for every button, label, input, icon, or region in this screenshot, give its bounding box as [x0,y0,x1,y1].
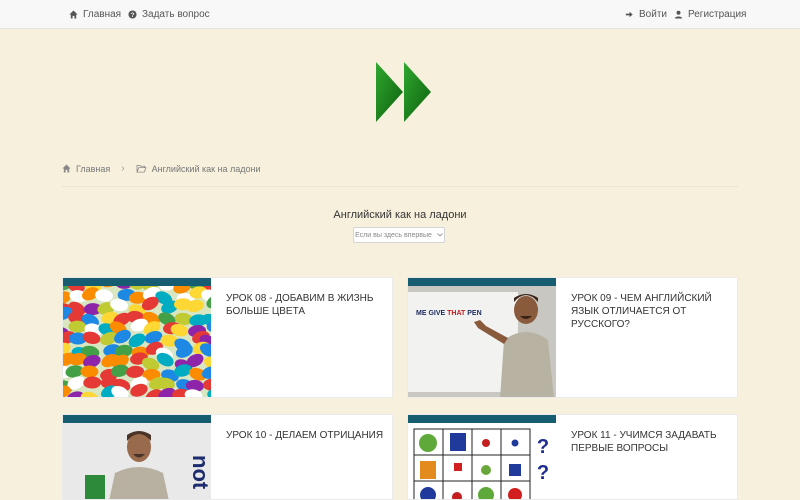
nav-ask-question-link[interactable]: ? Задать вопрос [128,9,210,20]
thumbnail-question-mark: ? [537,462,549,484]
first-visit-select[interactable]: Если вы здесь впервые [353,227,445,243]
nav-home-link[interactable]: Главная [69,9,121,20]
nav-ask-question-label: Задать вопрос [142,9,210,20]
lesson-title[interactable]: Урок 08 - Добавим в жизнь больше цвета [226,292,386,318]
thumbnail-top-bar [63,415,211,423]
lesson-title[interactable]: Урок 11 - Учимся задавать первые вопросы [571,429,731,455]
svg-text:?: ? [131,12,135,19]
lesson-title[interactable]: Урок 09 - Чем английский язык отличается… [571,292,731,331]
lesson-thumbnail-question-grid[interactable]: ? ? [408,415,556,499]
lesson-thumbnail-candies[interactable] [63,278,211,397]
nav-register-label: Регистрация [688,9,747,20]
teacher-not-image: not [63,415,211,499]
teacher-whiteboard-image: ME GIVE THAT PEN [408,278,556,397]
lesson-card[interactable]: not Урок 10 - Делаем отрицания [62,414,393,500]
question-grid-image: ? ? [408,415,556,499]
lesson-card[interactable]: ? ? Урок 11 - Учимся задавать первые воп… [407,414,738,500]
folder-open-icon [136,164,147,173]
site-logo-fast-forward-icon[interactable] [374,62,434,122]
nav-register-link[interactable]: Регистрация [674,9,746,20]
home-icon [62,164,71,173]
page-title: Английский как на ладони [333,209,467,221]
top-navbar: Главная ? Задать вопрос Войти Регистраци… [0,0,800,29]
lesson-thumbnail-teacher-whiteboard[interactable]: ME GIVE THAT PEN [408,278,556,397]
divider [62,186,738,187]
thumbnail-top-bar [63,278,211,286]
breadcrumb-home[interactable]: Главная [76,164,110,174]
user-icon [674,10,683,19]
question-circle-icon: ? [128,10,137,19]
nav-login-label: Войти [639,9,667,20]
svg-text:ME GIVE THAT PEN: ME GIVE THAT PEN [416,310,482,317]
sign-in-icon [625,11,633,18]
thumbnail-not-text: not [188,455,211,490]
whiteboard-text-part: PEN [465,310,481,317]
breadcrumb-current: Английский как на ладони [151,163,261,174]
breadcrumb: Главная › Английский как на ладони [62,163,261,174]
home-icon [69,10,78,19]
breadcrumb-chevron-icon: › [121,163,125,174]
thumbnail-top-bar [408,415,556,423]
lesson-thumbnail-teacher-not[interactable]: not [63,415,211,499]
chevron-down-icon [437,233,443,237]
whiteboard-text-part: THAT [447,310,466,317]
nav-login-link[interactable]: Войти [625,9,667,20]
thumbnail-top-bar [408,278,556,286]
candies-image [63,278,211,397]
first-visit-select-value: Если вы здесь впервые [355,231,432,239]
lesson-card[interactable]: ME GIVE THAT PEN Урок 09 - Чем английски… [407,277,738,398]
whiteboard-text-part: ME GIVE [416,310,447,317]
lesson-title[interactable]: Урок 10 - Делаем отрицания [226,429,386,442]
nav-home-label: Главная [83,9,122,20]
thumbnail-question-mark: ? [537,436,549,458]
lesson-card[interactable]: Урок 08 - Добавим в жизнь больше цвета [62,277,393,398]
